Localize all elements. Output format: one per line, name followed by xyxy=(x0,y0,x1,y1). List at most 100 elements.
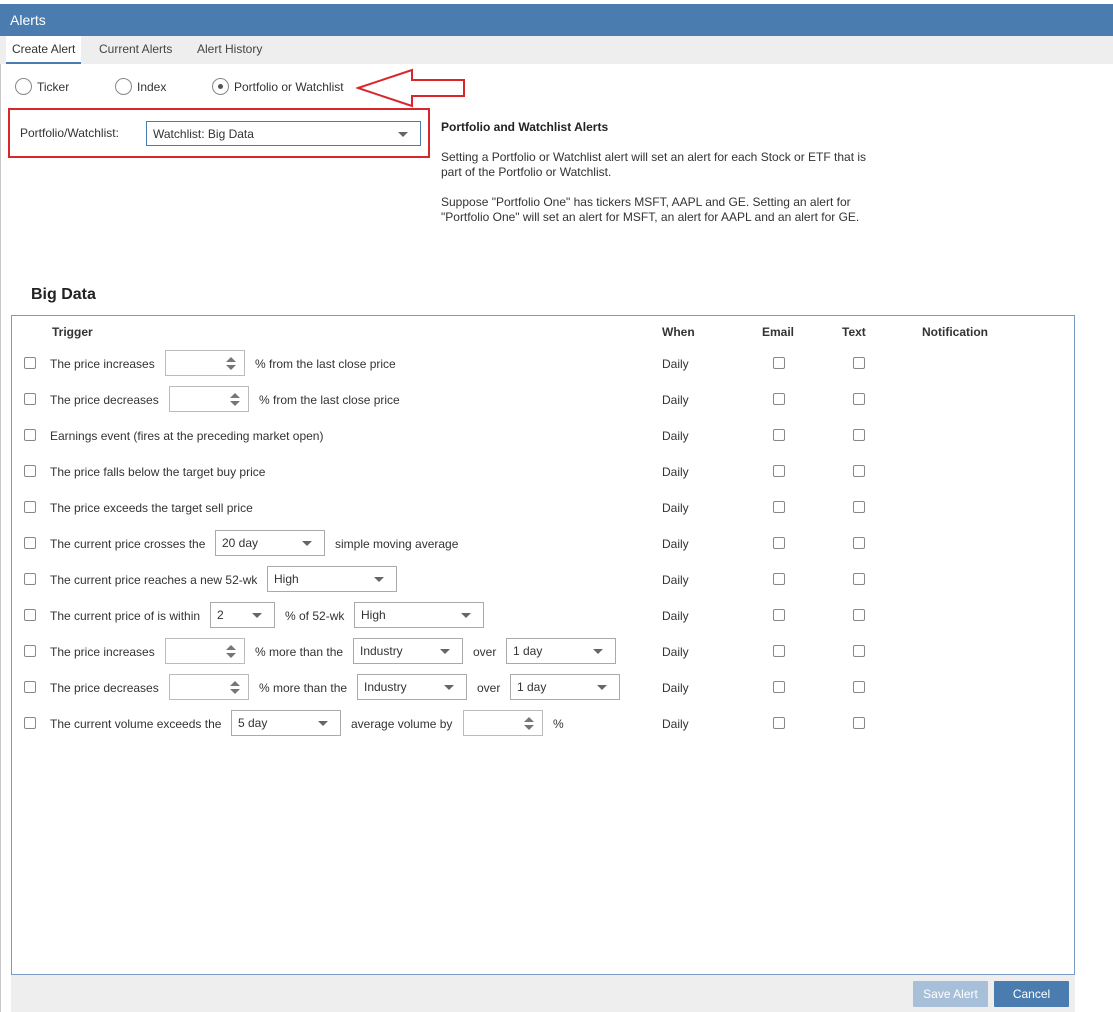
radio-portfolio-watchlist-circle[interactable] xyxy=(212,78,229,95)
percent-stepper[interactable] xyxy=(463,710,543,736)
email-checkbox[interactable] xyxy=(773,501,785,513)
percent-stepper[interactable] xyxy=(165,350,245,376)
stepper-up-icon[interactable] xyxy=(230,681,240,686)
row-checkbox[interactable] xyxy=(24,357,36,369)
row-checkbox[interactable] xyxy=(24,717,36,729)
when-value: Daily xyxy=(662,429,689,443)
trigger-text: Earnings event (fires at the preceding m… xyxy=(50,429,324,443)
text-checkbox[interactable] xyxy=(853,681,865,693)
percent-stepper[interactable] xyxy=(169,386,249,412)
benchmark-select[interactable]: Industry xyxy=(357,674,467,700)
tab-create-alert[interactable]: Create Alert xyxy=(6,36,82,64)
portfolio-watchlist-label: Portfolio/Watchlist: xyxy=(20,126,119,140)
text-checkbox[interactable] xyxy=(853,501,865,513)
text-checkbox[interactable] xyxy=(853,357,865,369)
trigger-text: average volume by xyxy=(351,717,453,731)
row-checkbox[interactable] xyxy=(24,537,36,549)
row-checkbox[interactable] xyxy=(24,501,36,513)
cancel-button[interactable]: Cancel xyxy=(994,981,1069,1007)
row-checkbox[interactable] xyxy=(24,681,36,693)
email-checkbox[interactable] xyxy=(773,681,785,693)
stepper-down-icon[interactable] xyxy=(230,401,240,406)
email-checkbox[interactable] xyxy=(773,537,785,549)
trigger-text: % from the last close price xyxy=(259,393,400,407)
trigger-text: The price decreases xyxy=(50,681,159,695)
row-checkbox[interactable] xyxy=(24,645,36,657)
window-title: Alerts xyxy=(10,12,46,28)
row-checkbox[interactable] xyxy=(24,393,36,405)
info-title: Portfolio and Watchlist Alerts xyxy=(441,120,609,134)
row-checkbox[interactable] xyxy=(24,609,36,621)
text-checkbox[interactable] xyxy=(853,429,865,441)
volume-period-select[interactable]: 5 day xyxy=(231,710,341,736)
radio-ticker-circle[interactable] xyxy=(15,78,32,95)
email-checkbox[interactable] xyxy=(773,429,785,441)
text-checkbox[interactable] xyxy=(853,717,865,729)
percent-stepper[interactable] xyxy=(169,674,249,700)
high-low-select[interactable]: High xyxy=(354,602,484,628)
stepper-up-icon[interactable] xyxy=(226,357,236,362)
when-value: Daily xyxy=(662,501,689,515)
table-row: The current price crosses the 20 day sim… xyxy=(0,529,1113,559)
email-checkbox[interactable] xyxy=(773,717,785,729)
trigger-text: % of 52-wk xyxy=(285,609,345,623)
stepper-up-icon[interactable] xyxy=(226,645,236,650)
period-select[interactable]: 1 day xyxy=(510,674,620,700)
table-row: The current price of is within 2 % of 52… xyxy=(0,601,1113,631)
table-row: The price exceeds the target sell price … xyxy=(0,493,1113,523)
row-checkbox[interactable] xyxy=(24,429,36,441)
within-percent-select[interactable]: 2 xyxy=(210,602,275,628)
tab-alert-history[interactable]: Alert History xyxy=(191,36,268,63)
text-checkbox[interactable] xyxy=(853,393,865,405)
tab-current-alerts[interactable]: Current Alerts xyxy=(93,36,178,63)
row-checkbox[interactable] xyxy=(24,573,36,585)
chevron-down-icon xyxy=(252,613,262,618)
chevron-down-icon xyxy=(593,649,603,654)
when-value: Daily xyxy=(662,681,689,695)
text-checkbox[interactable] xyxy=(853,609,865,621)
high-low-value: High xyxy=(361,608,386,622)
period-select[interactable]: 1 day xyxy=(506,638,616,664)
alert-type-radio-group: Ticker Index Portfolio or Watchlist xyxy=(0,78,600,98)
stepper-up-icon[interactable] xyxy=(524,717,534,722)
trigger-text: The current price crosses the xyxy=(50,537,206,551)
trigger-text: The current price of is within xyxy=(50,609,201,623)
stepper-down-icon[interactable] xyxy=(524,725,534,730)
radio-index-circle[interactable] xyxy=(115,78,132,95)
email-checkbox[interactable] xyxy=(773,645,785,657)
chevron-down-icon xyxy=(398,131,408,137)
text-checkbox[interactable] xyxy=(853,573,865,585)
table-row: The price decreases % from the last clos… xyxy=(0,385,1113,415)
email-checkbox[interactable] xyxy=(773,393,785,405)
radio-index-label: Index xyxy=(137,80,167,94)
sma-period-select[interactable]: 20 day xyxy=(215,530,325,556)
stepper-up-icon[interactable] xyxy=(230,393,240,398)
period-value: 1 day xyxy=(513,644,543,658)
benchmark-select[interactable]: Industry xyxy=(353,638,463,664)
percent-stepper[interactable] xyxy=(165,638,245,664)
text-checkbox[interactable] xyxy=(853,465,865,477)
email-checkbox[interactable] xyxy=(773,465,785,477)
chevron-down-icon xyxy=(597,685,607,690)
info-paragraph-1: Setting a Portfolio or Watchlist alert w… xyxy=(441,150,867,179)
portfolio-watchlist-select[interactable]: Watchlist: Big Data xyxy=(146,121,421,146)
when-value: Daily xyxy=(662,393,689,407)
text-checkbox[interactable] xyxy=(853,537,865,549)
portfolio-watchlist-value: Watchlist: Big Data xyxy=(153,126,254,141)
trigger-text: The price increases xyxy=(50,645,155,659)
stepper-down-icon[interactable] xyxy=(226,365,236,370)
header-notification: Notification xyxy=(922,325,988,339)
volume-period-value: 5 day xyxy=(238,716,268,730)
save-alert-button[interactable]: Save Alert xyxy=(913,981,988,1007)
email-checkbox[interactable] xyxy=(773,609,785,621)
section-title: Big Data xyxy=(31,286,96,303)
email-checkbox[interactable] xyxy=(773,573,785,585)
chevron-down-icon xyxy=(440,649,450,654)
text-checkbox[interactable] xyxy=(853,645,865,657)
when-value: Daily xyxy=(662,573,689,587)
stepper-down-icon[interactable] xyxy=(230,689,240,694)
email-checkbox[interactable] xyxy=(773,357,785,369)
row-checkbox[interactable] xyxy=(24,465,36,477)
high-low-select[interactable]: High xyxy=(267,566,397,592)
stepper-down-icon[interactable] xyxy=(226,653,236,658)
